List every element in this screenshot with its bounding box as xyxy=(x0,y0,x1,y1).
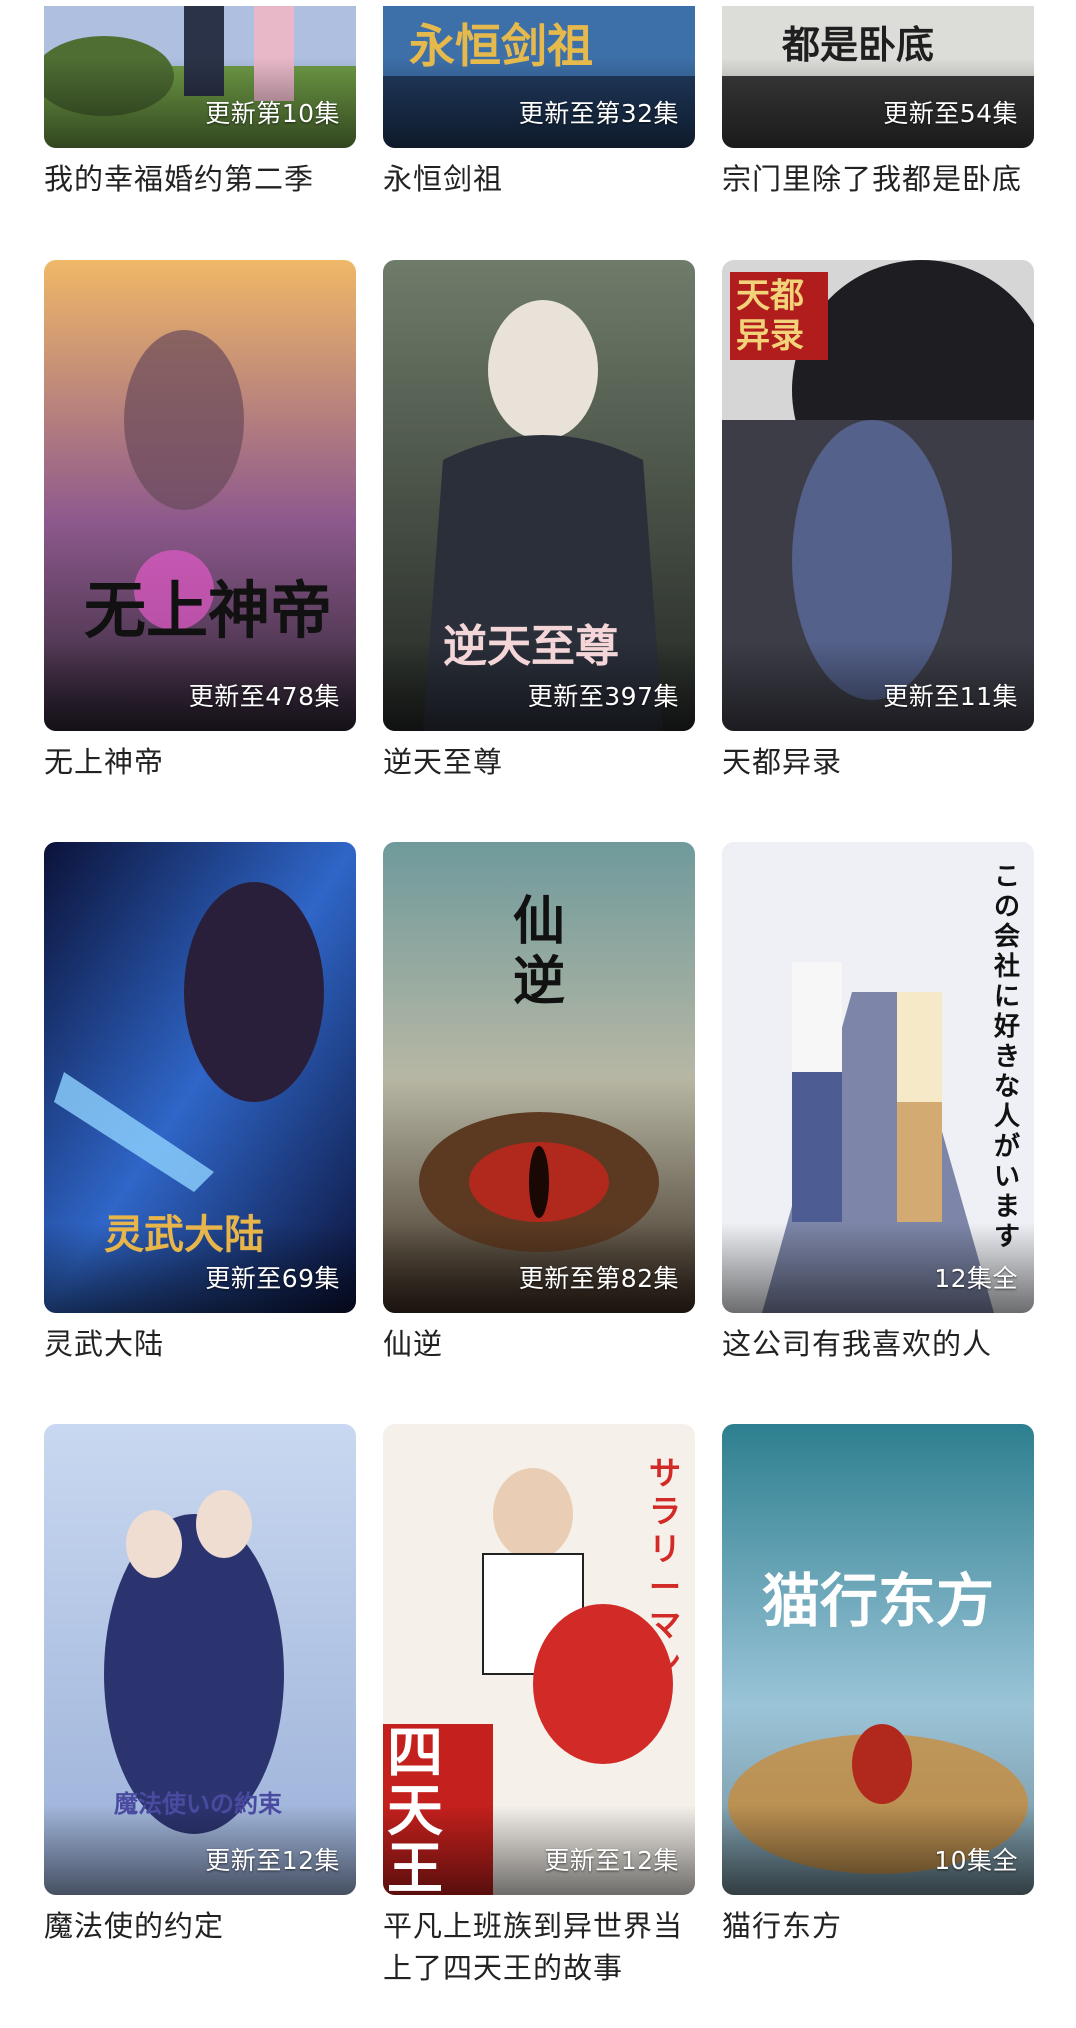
episode-badge: 更新至12集 xyxy=(544,1846,679,1875)
poster[interactable]: 猫行东方 10集全 xyxy=(722,1424,1034,1895)
anime-title: 天都异录 xyxy=(722,745,843,779)
poster[interactable]: 天都异录 更新至11集 xyxy=(722,260,1034,731)
anime-title: 魔法使的约定 xyxy=(44,1909,225,1943)
anime-title: 这公司有我喜欢的人 xyxy=(722,1327,993,1361)
poster-logo: 天都异录 xyxy=(730,272,828,360)
anime-card[interactable]: 都是卧底 更新至54集 宗门里除了我都是卧底 xyxy=(722,6,1034,200)
poster-logo: 都是卧底 xyxy=(782,22,935,67)
poster[interactable]: 仙逆 更新至第82集 xyxy=(383,842,695,1313)
anime-card[interactable]: この会社に好きな人がいます 12集全 这公司有我喜欢的人 xyxy=(722,842,1034,1365)
anime-title: 我的幸福婚约第二季 xyxy=(44,162,315,196)
episode-badge: 更新至54集 xyxy=(883,99,1018,128)
poster[interactable]: 魔法使いの約束 更新至12集 xyxy=(44,1424,356,1895)
poster-logo: 猫行东方 xyxy=(762,1567,995,1635)
poster[interactable]: 无上神帝 更新至478集 xyxy=(44,260,356,731)
poster[interactable]: 永恒剑祖 更新至第32集 xyxy=(383,6,695,148)
anime-card[interactable]: 逆天至尊 更新至397集 逆天至尊 xyxy=(383,260,695,783)
poster-logo: 逆天至尊 xyxy=(443,621,619,672)
anime-grid: 更新第10集 我的幸福婚约第二季 永恒剑祖 更新至第32集 永恒剑祖 都是卧底 … xyxy=(0,0,1076,2028)
poster[interactable]: この会社に好きな人がいます 12集全 xyxy=(722,842,1034,1313)
episode-badge: 更新至478集 xyxy=(188,682,340,711)
anime-title: 永恒剑祖 xyxy=(383,162,504,196)
episode-badge: 更新至11集 xyxy=(883,682,1018,711)
poster[interactable]: 更新第10集 xyxy=(44,6,356,148)
anime-title: 平凡上班族到异世界当上了四天王的故事 xyxy=(383,1909,684,1985)
poster-logo: 魔法使いの約束 xyxy=(114,1789,282,1818)
poster[interactable]: 逆天至尊 更新至397集 xyxy=(383,260,695,731)
anime-card[interactable]: 更新第10集 我的幸福婚约第二季 xyxy=(44,6,356,200)
anime-card[interactable]: 灵武大陆 更新至69集 灵武大陆 xyxy=(44,842,356,1365)
episode-badge: 更新第10集 xyxy=(205,99,340,128)
episode-badge: 更新至69集 xyxy=(205,1264,340,1293)
poster-image xyxy=(722,842,1034,1313)
poster-image xyxy=(44,260,356,731)
poster-logo: 灵武大陆 xyxy=(104,1211,264,1258)
anime-card[interactable]: 永恒剑祖 更新至第32集 永恒剑祖 xyxy=(383,6,695,200)
episode-badge: 更新至12集 xyxy=(205,1846,340,1875)
poster[interactable]: 灵武大陆 更新至69集 xyxy=(44,842,356,1313)
episode-badge: 12集全 xyxy=(934,1264,1018,1293)
poster[interactable]: 四天王 サラリーマン 更新至12集 xyxy=(383,1424,695,1895)
poster-logo: 永恒剑祖 xyxy=(409,19,593,73)
poster-logo: 仙逆 xyxy=(513,891,566,1012)
episode-badge: 更新至397集 xyxy=(527,682,679,711)
poster-image xyxy=(44,1424,356,1895)
episode-badge: 更新至第82集 xyxy=(518,1264,679,1293)
anime-title: 逆天至尊 xyxy=(383,745,504,779)
anime-card[interactable]: 仙逆 更新至第82集 仙逆 xyxy=(383,842,695,1365)
poster-image xyxy=(722,1424,1034,1895)
anime-card[interactable]: 四天王 サラリーマン 更新至12集 平凡上班族到异世界当上了四天王的故事 xyxy=(383,1424,695,1989)
poster-logo: 四天王 xyxy=(387,1720,443,1895)
anime-title: 宗门里除了我都是卧底 xyxy=(722,162,1023,196)
anime-title: 仙逆 xyxy=(383,1327,444,1361)
poster-logo: この会社に好きな人がいます xyxy=(994,862,1021,1252)
anime-card[interactable]: 无上神帝 更新至478集 无上神帝 xyxy=(44,260,356,783)
poster-logo: 无上神帝 xyxy=(84,574,333,647)
anime-title: 无上神帝 xyxy=(44,745,165,779)
poster-logo-top: サラリーマン xyxy=(649,1454,682,1682)
poster[interactable]: 都是卧底 更新至54集 xyxy=(722,6,1034,148)
anime-title: 灵武大陆 xyxy=(44,1327,165,1361)
anime-card[interactable]: 魔法使いの約束 更新至12集 魔法使的约定 xyxy=(44,1424,356,1947)
anime-card[interactable]: 猫行东方 10集全 猫行东方 xyxy=(722,1424,1034,1947)
episode-badge: 更新至第32集 xyxy=(518,99,679,128)
anime-card[interactable]: 天都异录 更新至11集 天都异录 xyxy=(722,260,1034,783)
anime-title: 猫行东方 xyxy=(722,1909,843,1943)
episode-badge: 10集全 xyxy=(934,1846,1018,1875)
